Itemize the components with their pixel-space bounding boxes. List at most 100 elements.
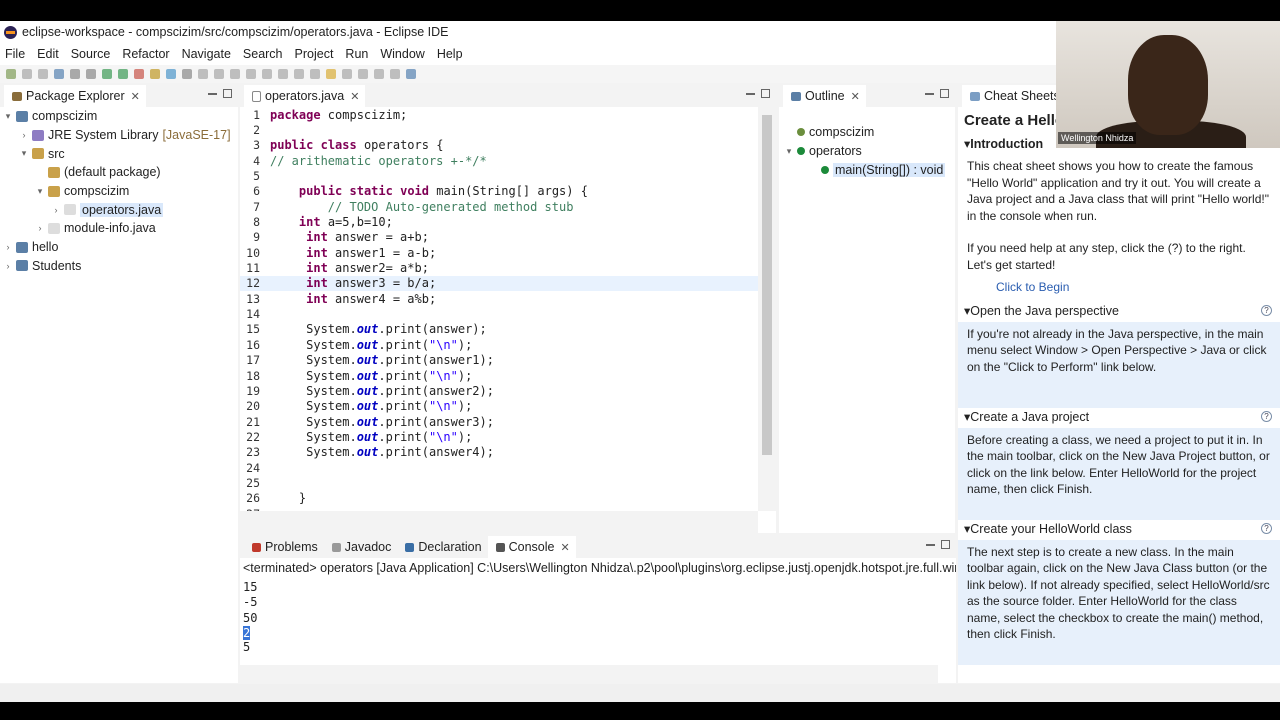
menu-edit[interactable]: Edit: [37, 47, 59, 61]
toolbar-button-15[interactable]: [230, 69, 240, 79]
help-icon[interactable]: ?: [1261, 410, 1272, 422]
expand-toggle-icon[interactable]: ›: [2, 242, 14, 252]
cheat-section-header[interactable]: ▾ Open the Java perspective?: [958, 301, 1280, 322]
tree-item-project-compscizim[interactable]: ▾ compscizim: [0, 107, 238, 126]
menu-window[interactable]: Window: [380, 47, 424, 61]
toolbar-button-14[interactable]: [214, 69, 224, 79]
tree-item-default-package[interactable]: (default package): [0, 163, 238, 182]
code-line: 15 System.out.print(answer);: [240, 322, 758, 337]
toolbar-button-22[interactable]: [342, 69, 352, 79]
toolbar-button-17[interactable]: [262, 69, 272, 79]
expand-toggle-icon[interactable]: ▾: [34, 186, 46, 197]
help-icon[interactable]: ?: [1261, 304, 1272, 316]
menu-file[interactable]: File: [5, 47, 25, 61]
tab-label: Declaration: [418, 540, 482, 554]
toolbar-button-23[interactable]: [358, 69, 368, 79]
minimize-icon[interactable]: [746, 93, 755, 95]
toolbar-button-16[interactable]: [246, 69, 256, 79]
minimize-icon[interactable]: [208, 93, 217, 95]
tree-item-file-module-info-java[interactable]: › module-info.java: [0, 219, 238, 238]
tab-console[interactable]: Console ✕: [487, 536, 576, 558]
line-number: 19: [246, 383, 260, 398]
expand-toggle-icon[interactable]: ›: [18, 130, 30, 140]
tab-operators-java[interactable]: operators.java ✕: [244, 85, 366, 107]
console-horizontal-scrollbar[interactable]: [240, 665, 938, 683]
maximize-icon[interactable]: [940, 89, 949, 98]
toolbar-button-2[interactable]: [22, 69, 32, 79]
code-line: 20 System.out.print("\n");: [240, 399, 758, 414]
maximize-icon[interactable]: [941, 540, 950, 549]
tab-cheat-sheets[interactable]: Cheat Sheets: [962, 85, 1066, 107]
tab-javadoc[interactable]: Javadoc: [324, 536, 398, 558]
toolbar-button-26[interactable]: [406, 69, 416, 79]
toolbar-button-20[interactable]: [310, 69, 320, 79]
maximize-icon[interactable]: [761, 89, 770, 98]
cheat-section-header[interactable]: ▾ Create your HelloWorld class?: [958, 519, 1280, 540]
menu-help[interactable]: Help: [437, 47, 463, 61]
toolbar-button-18[interactable]: [278, 69, 288, 79]
scrollbar-thumb[interactable]: [762, 115, 772, 455]
toolbar-button-1[interactable]: [6, 69, 16, 79]
menu-refactor[interactable]: Refactor: [122, 47, 169, 61]
toolbar-button-25[interactable]: [390, 69, 400, 79]
minimize-icon[interactable]: [926, 544, 935, 546]
toolbar-button-6[interactable]: [86, 69, 96, 79]
code-text: System.out.print("\n");: [270, 337, 473, 352]
tree-item-project-students[interactable]: › Students: [0, 257, 238, 276]
click-to-begin-link[interactable]: Click to Begin: [967, 279, 1272, 296]
close-icon[interactable]: ✕: [131, 90, 140, 103]
cheat-sheet-content: Create a Hello World application ▾ Intro…: [958, 107, 1280, 683]
toolbar-button-11[interactable]: [166, 69, 176, 79]
menu-source[interactable]: Source: [71, 47, 111, 61]
tree-item-package-compscizim[interactable]: ▾ compscizim: [0, 182, 238, 201]
tab-label: operators.java: [265, 89, 345, 103]
tab-problems[interactable]: Problems: [244, 536, 324, 558]
tab-label: Outline: [805, 89, 845, 103]
toolbar-button-5[interactable]: [70, 69, 80, 79]
minimize-icon[interactable]: [925, 93, 934, 95]
menu-project[interactable]: Project: [295, 47, 334, 61]
tree-item-file-operators-java[interactable]: › operators.java: [0, 200, 238, 219]
expand-toggle-icon[interactable]: ▾: [18, 148, 30, 159]
menu-run[interactable]: Run: [345, 47, 368, 61]
toolbar-button-13[interactable]: [198, 69, 208, 79]
code-line: 12 int answer3 = b/a;: [240, 275, 758, 292]
tree-item-src-folder[interactable]: ▾ src: [0, 144, 238, 163]
toolbar-button-3[interactable]: [38, 69, 48, 79]
cheat-section-header[interactable]: ▾ Create a Java project?: [958, 407, 1280, 428]
code-area[interactable]: 1 package compscizim; 2 3 public class opera…: [240, 107, 758, 521]
expand-toggle-icon[interactable]: ›: [50, 205, 62, 215]
toolbar-button-7[interactable]: [102, 69, 112, 79]
toolbar-button-19[interactable]: [294, 69, 304, 79]
expand-toggle-icon[interactable]: ›: [34, 223, 46, 233]
toolbar-button-8[interactable]: [118, 69, 128, 79]
editor-horizontal-scrollbar[interactable]: [240, 511, 758, 533]
console-output[interactable]: 15 -5 50 2 5: [240, 580, 938, 663]
maximize-icon[interactable]: [223, 89, 232, 98]
tab-outline[interactable]: Outline ✕: [783, 85, 866, 107]
close-icon[interactable]: ✕: [851, 90, 860, 103]
outline-class-operators[interactable]: ▾ operators: [779, 142, 955, 161]
toolbar-button-10[interactable]: [150, 69, 160, 79]
outline-package[interactable]: compscizim: [779, 123, 955, 142]
code-text: System.out.print(answer1);: [270, 353, 494, 368]
close-icon[interactable]: ✕: [560, 541, 569, 554]
tree-item-project-hello[interactable]: › hello: [0, 238, 238, 257]
expand-toggle-icon[interactable]: ›: [2, 261, 14, 271]
help-icon[interactable]: ?: [1261, 522, 1272, 534]
tab-declaration[interactable]: Declaration: [397, 536, 487, 558]
editor-vertical-scrollbar[interactable]: [758, 107, 776, 511]
expand-toggle-icon[interactable]: ▾: [783, 146, 795, 157]
toolbar-button-12[interactable]: [182, 69, 192, 79]
tree-item-jre-system-library[interactable]: › JRE System Library [JavaSE-17]: [0, 126, 238, 145]
menu-navigate[interactable]: Navigate: [182, 47, 231, 61]
toolbar-button-4[interactable]: [54, 69, 64, 79]
menu-search[interactable]: Search: [243, 47, 283, 61]
toolbar-button-24[interactable]: [374, 69, 384, 79]
toolbar-button-21[interactable]: [326, 69, 336, 79]
toolbar-button-9[interactable]: [134, 69, 144, 79]
close-icon[interactable]: ✕: [350, 90, 359, 103]
tab-package-explorer[interactable]: Package Explorer ✕: [4, 85, 146, 107]
outline-method-main[interactable]: main(String[]) : void: [779, 160, 955, 179]
expand-toggle-icon[interactable]: ▾: [2, 111, 14, 122]
